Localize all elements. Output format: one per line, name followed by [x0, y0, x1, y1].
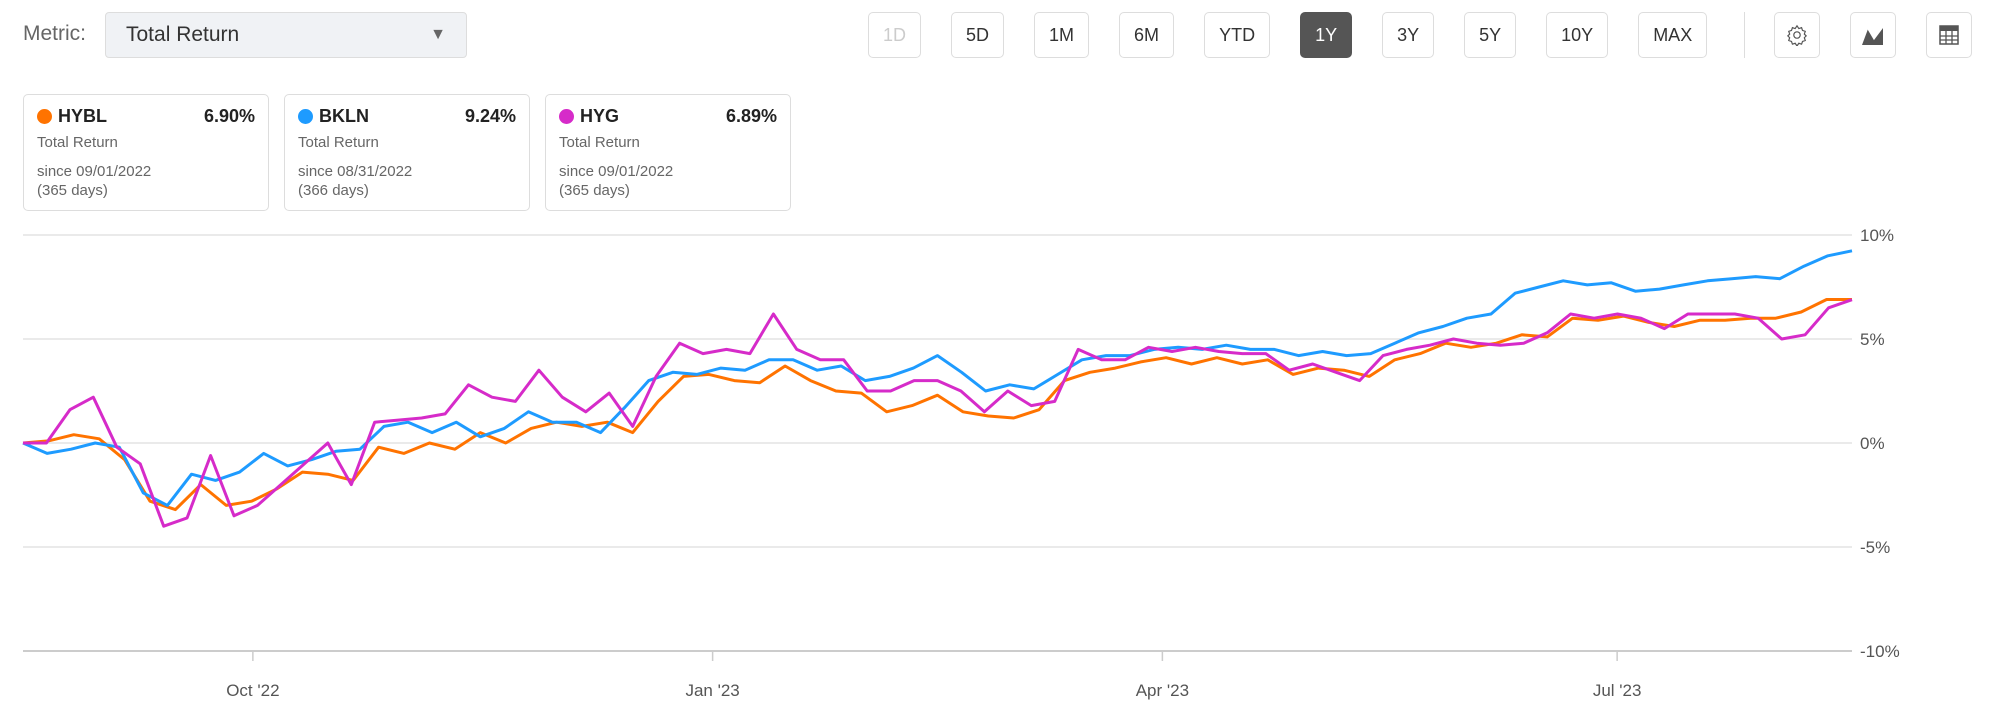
x-tick-label: Jul '23 [1593, 681, 1642, 700]
x-tick-label: Jan '23 [685, 681, 739, 700]
y-tick-label: -10% [1860, 642, 1900, 661]
x-tick-label: Oct '22 [226, 681, 279, 700]
y-tick-label: -5% [1860, 538, 1890, 557]
y-tick-label: 10% [1860, 226, 1894, 245]
series-line-hyg [23, 298, 1853, 528]
performance-chart: 10% 5% 0% -5% -10% Oct '22 Jan '23 Apr '23 Jul '… [22, 226, 1900, 700]
x-tick-label: Apr '23 [1136, 681, 1189, 700]
series-line-hybl [22, 298, 1852, 512]
y-tick-label: 5% [1860, 330, 1885, 349]
y-tick-label: 0% [1860, 434, 1885, 453]
series-line-bkln [22, 249, 1853, 507]
